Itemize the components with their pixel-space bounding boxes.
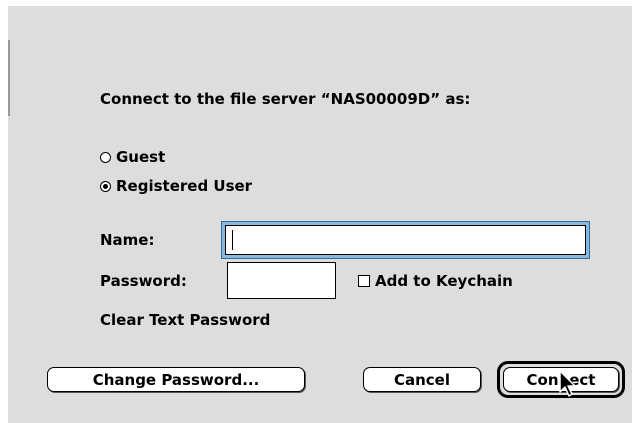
cancel-button[interactable]: Cancel <box>363 367 481 392</box>
name-field-inner <box>225 225 586 255</box>
connect-prompt: Connect to the file server “NAS00009D” a… <box>100 90 471 108</box>
add-to-keychain-option[interactable]: Add to Keychain <box>358 272 513 290</box>
registered-user-radio[interactable] <box>100 180 111 192</box>
registered-user-label: Registered User <box>116 177 253 195</box>
add-to-keychain-checkbox[interactable] <box>358 275 370 287</box>
name-label: Name: <box>100 231 155 249</box>
registered-user-option[interactable]: Registered User <box>100 177 252 195</box>
text-caret <box>232 230 233 250</box>
password-field[interactable] <box>227 262 336 299</box>
name-field[interactable] <box>221 221 590 259</box>
add-to-keychain-label: Add to Keychain <box>375 272 513 290</box>
arrow-cursor-icon <box>559 370 576 397</box>
change-password-button[interactable]: Change Password... <box>47 367 305 392</box>
guest-option[interactable]: Guest <box>100 148 165 166</box>
password-label: Password: <box>100 272 187 290</box>
guest-radio[interactable] <box>100 151 111 163</box>
clear-text-password-note: Clear Text Password <box>100 311 271 329</box>
guest-label: Guest <box>116 148 166 166</box>
window-edge <box>8 40 10 116</box>
